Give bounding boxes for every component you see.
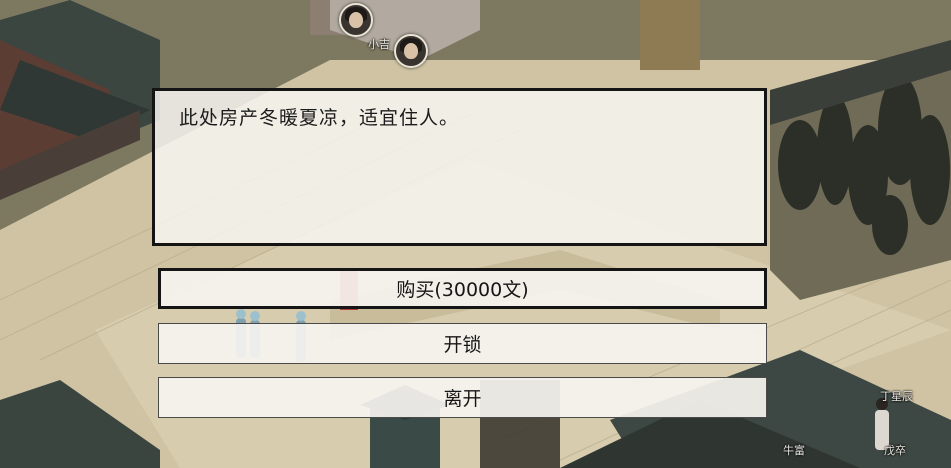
dialog-text: 此处房产冬暖夏凉，适宜住人。 [179,107,460,129]
npc-name-ding: 丁星辰 [880,390,913,403]
leave-option-button[interactable]: 离开 [158,377,767,418]
npc-name-wu: 戊卒 [884,444,906,457]
npc-name-top: 小吉 [368,38,390,51]
npc-portrait-2[interactable] [394,34,428,68]
buy-option-label: 购买(30000文) [396,279,529,301]
npc-portrait-1[interactable] [339,3,373,37]
npc-name-niu: 牛富 [783,444,805,457]
leave-option-label: 离开 [443,388,482,410]
dialog-box: 此处房产冬暖夏凉，适宜住人。 [152,88,767,246]
unlock-option-label: 开锁 [443,334,482,356]
unlock-option-button[interactable]: 开锁 [158,323,767,364]
buy-option-button[interactable]: 购买(30000文) [158,268,767,309]
